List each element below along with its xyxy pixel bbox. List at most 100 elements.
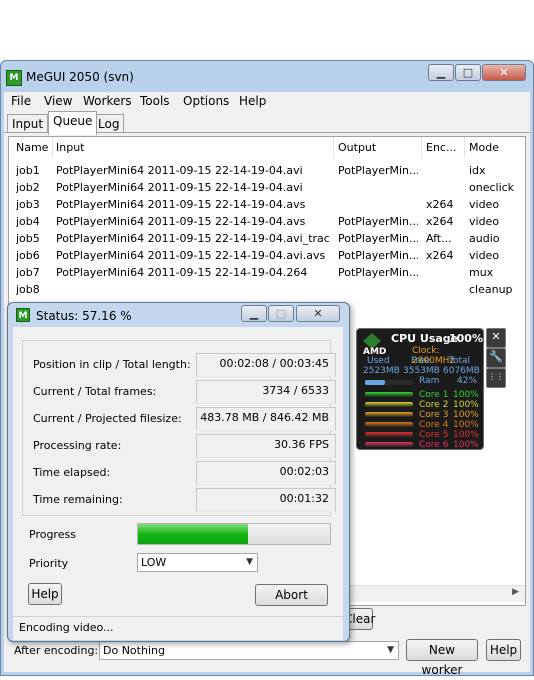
menu-workers[interactable]: Workers bbox=[83, 94, 132, 108]
core-value: 100% bbox=[453, 390, 479, 400]
cell-input: PotPlayerMini64 2011-09-15 22-14-19-04.a… bbox=[56, 232, 330, 245]
new-worker-button[interactable]: New worker bbox=[406, 639, 478, 677]
column-header-output[interactable]: Output bbox=[338, 141, 376, 154]
core-label: Core 2 bbox=[419, 400, 449, 410]
core-bar bbox=[365, 442, 413, 447]
table-row[interactable]: job4 PotPlayerMini64 2011-09-15 22-14-19-… bbox=[9, 213, 525, 230]
cell-mode: oneclick bbox=[469, 181, 515, 194]
cell-name: job1 bbox=[16, 164, 40, 177]
cpu-usage-gadget[interactable]: AMD CPU Usage 100% Clock: 2800MHz Used F… bbox=[356, 328, 484, 450]
table-row[interactable]: job3 PotPlayerMini64 2011-09-15 22-14-19-… bbox=[9, 196, 525, 213]
core-label: Core 3 bbox=[419, 410, 449, 420]
cell-input: PotPlayerMini64 2011-09-15 22-14-19-04.a… bbox=[56, 164, 303, 177]
frames-value: 3734 / 6533 bbox=[196, 380, 336, 404]
cell-name: job8 bbox=[16, 283, 40, 296]
cell-output: PotPlayerMin... bbox=[338, 164, 418, 177]
menu-file[interactable]: File bbox=[11, 94, 31, 108]
cell-enc: x264 bbox=[426, 249, 454, 262]
mem-header-total: Total bbox=[449, 356, 471, 366]
table-row[interactable]: job1 PotPlayerMini64 2011-09-15 22-14-19-… bbox=[9, 162, 525, 179]
status-strip: Encoding video... bbox=[13, 616, 343, 640]
cell-name: job5 bbox=[16, 232, 40, 245]
cell-name: job2 bbox=[16, 181, 40, 194]
cpu-total-percent: 100% bbox=[449, 332, 483, 345]
column-divider bbox=[333, 137, 334, 157]
abort-button[interactable]: Abort bbox=[255, 584, 328, 606]
gadget-toolbar: ✕ 🔧 ⋮⋮ bbox=[486, 328, 506, 390]
priority-value: LOW bbox=[141, 556, 167, 569]
cell-mode: video bbox=[469, 198, 500, 211]
cell-name: job6 bbox=[16, 249, 40, 262]
mem-header-used: Used bbox=[367, 356, 390, 366]
table-row[interactable]: job5 PotPlayerMini64 2011-09-15 22-14-19-… bbox=[9, 230, 525, 247]
minimize-button[interactable]: ▁ bbox=[428, 64, 454, 81]
tab-queue[interactable]: Queue bbox=[48, 111, 98, 135]
mem-free-value: 3553MB bbox=[403, 366, 440, 376]
cell-enc: x264 bbox=[426, 198, 454, 211]
table-row[interactable]: job7 PotPlayerMini64 2011-09-15 22-14-19-… bbox=[9, 264, 525, 281]
menu-help[interactable]: Help bbox=[239, 94, 266, 108]
cell-mode: cleanup bbox=[469, 283, 513, 296]
title-bar: M MeGUI 2050 (svn) bbox=[6, 66, 306, 88]
core-label: Core 6 bbox=[419, 440, 449, 450]
core-value: 100% bbox=[453, 420, 479, 430]
cell-output: PotPlayerMin... bbox=[338, 249, 418, 262]
megui-app-icon: M bbox=[16, 308, 30, 322]
progress-bar-fill bbox=[138, 524, 248, 544]
tab-input[interactable]: Input bbox=[7, 114, 49, 134]
scroll-right-arrow-icon[interactable]: ▶ bbox=[512, 587, 519, 597]
gadget-close-icon[interactable]: ✕ bbox=[486, 328, 506, 348]
megui-app-icon: M bbox=[6, 69, 22, 86]
help-button[interactable]: Help bbox=[486, 639, 521, 661]
time-remaining-label: Time remaining: bbox=[33, 493, 123, 506]
core-label: Core 1 bbox=[419, 390, 449, 400]
priority-select[interactable]: LOW ▼ bbox=[137, 553, 258, 572]
core-value: 100% bbox=[453, 430, 479, 440]
wrench-icon[interactable]: 🔧 bbox=[486, 348, 506, 368]
status-close-button[interactable]: ✕ bbox=[296, 305, 340, 322]
cell-name: job7 bbox=[16, 266, 40, 279]
menu-tools[interactable]: Tools bbox=[140, 94, 170, 108]
status-minimize-button[interactable]: ▁ bbox=[241, 305, 267, 322]
core-value: 100% bbox=[453, 400, 479, 410]
cell-output: PotPlayerMin... bbox=[338, 232, 418, 245]
column-divider bbox=[52, 137, 53, 157]
status-help-button[interactable]: Help bbox=[28, 583, 62, 605]
ram-label: Ram bbox=[419, 376, 440, 386]
mem-total-value: 6076MB bbox=[443, 366, 480, 376]
cell-enc: Aft... bbox=[426, 232, 452, 245]
column-divider bbox=[464, 137, 465, 157]
cell-name: job4 bbox=[16, 215, 40, 228]
position-label: Position in clip / Total length: bbox=[33, 358, 191, 371]
cell-input: PotPlayerMini64 2011-09-15 22-14-19-04.a… bbox=[56, 181, 303, 194]
cell-enc: x264 bbox=[426, 215, 454, 228]
close-button[interactable]: ✕ bbox=[482, 64, 526, 81]
tab-log[interactable]: Log bbox=[93, 114, 125, 134]
column-header-input[interactable]: Input bbox=[56, 141, 84, 154]
cell-mode: video bbox=[469, 215, 500, 228]
after-encoding-select[interactable]: Do Nothing ▼ bbox=[99, 641, 399, 660]
table-row[interactable]: job2 PotPlayerMini64 2011-09-15 22-14-19-… bbox=[9, 179, 525, 196]
ram-value: 42% bbox=[457, 376, 478, 386]
core-bar bbox=[365, 422, 413, 427]
cell-input: PotPlayerMini64 2011-09-15 22-14-19-04.a… bbox=[56, 249, 326, 262]
ram-bar bbox=[365, 380, 385, 385]
drag-handle-icon[interactable]: ⋮⋮ bbox=[486, 368, 506, 388]
after-encoding-label: After encoding: bbox=[14, 644, 99, 657]
cell-mode: audio bbox=[469, 232, 500, 245]
column-header-mode[interactable]: Mode bbox=[469, 141, 499, 154]
menu-view[interactable]: View bbox=[44, 94, 72, 108]
status-footer-text: Encoding video... bbox=[19, 621, 114, 634]
maximize-button[interactable]: □ bbox=[455, 64, 481, 81]
core-bar bbox=[365, 412, 413, 417]
window-title: MeGUI 2050 (svn) bbox=[26, 70, 134, 84]
time-elapsed-value: 00:02:03 bbox=[196, 461, 336, 485]
status-title: Status: 57.16 % bbox=[36, 309, 132, 323]
cell-output: PotPlayerMin... bbox=[338, 215, 418, 228]
time-remaining-value: 00:01:32 bbox=[196, 488, 336, 512]
menu-options[interactable]: Options bbox=[183, 94, 229, 108]
table-row[interactable]: job6 PotPlayerMini64 2011-09-15 22-14-19-… bbox=[9, 247, 525, 264]
column-header-encoder[interactable]: Enc... bbox=[426, 141, 456, 154]
column-header-name[interactable]: Name bbox=[16, 141, 48, 154]
table-row[interactable]: job8 cleanup bbox=[9, 281, 525, 298]
